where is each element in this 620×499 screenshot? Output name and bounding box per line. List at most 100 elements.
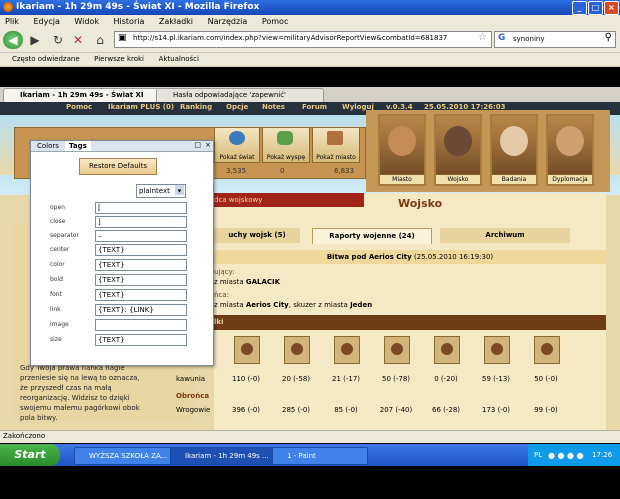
status-text: Zakończono	[3, 432, 46, 440]
star-icon[interactable]: ☆	[478, 32, 487, 43]
menu-help[interactable]: Pomoc	[262, 17, 289, 26]
enemy-unit-count: 66 (-28)	[431, 406, 461, 414]
bookmarks-bar: Często odwiedzane Pierwsze kroki Aktualn…	[0, 53, 620, 67]
search-field[interactable]: G synoniny ⚲	[494, 31, 616, 48]
attacker-from: z miasta	[214, 278, 244, 286]
tab-archive[interactable]: Archiwum	[440, 228, 570, 243]
bookmark-most-visited[interactable]: Często odwiedzane	[12, 55, 80, 63]
advisor-banner: dca wojskowy	[214, 193, 364, 207]
link-input[interactable]: {TEXT}: {LINK}	[95, 304, 187, 316]
dialog-close-icon[interactable]: ×	[205, 141, 211, 149]
restore-defaults-button[interactable]: Restore Defaults	[79, 158, 157, 175]
attacker-label: ujący:	[214, 268, 235, 276]
tray-icons[interactable]: ● ● ● ●	[548, 451, 584, 460]
unit-icon	[534, 336, 560, 364]
open-input[interactable]: [	[95, 202, 187, 214]
menu-bar: Plik Edycja Widok Historia Zakładki Narz…	[0, 15, 620, 28]
advisor-diplomacy[interactable]: Dyplomacja	[546, 114, 594, 186]
advisor-military[interactable]: Wojsko	[434, 114, 482, 186]
address-bar[interactable]: ▣ http://s14.pl.ikariam.com/index.php?vi…	[114, 31, 492, 48]
menu-file[interactable]: Plik	[5, 17, 19, 26]
advisor-diplomacy-portrait	[556, 126, 584, 156]
gnav-notes[interactable]: Notes	[262, 103, 285, 111]
unit-icon	[434, 336, 460, 364]
bookmark-getting-started[interactable]: Pierwsze kroki	[94, 55, 144, 63]
task-paint[interactable]: 1 - Paint	[272, 447, 368, 465]
defender-city[interactable]: Aerios City	[246, 301, 289, 309]
center-input[interactable]: {TEXT}	[95, 244, 187, 256]
dialog-minimize-icon[interactable]: □	[194, 141, 201, 149]
bookmark-news[interactable]: Aktualności	[159, 55, 199, 63]
unit-figure	[241, 343, 253, 355]
unit-icon	[284, 336, 310, 364]
show-world-button[interactable]: Pokaż świat	[214, 127, 260, 163]
tab-strip: Ikariam - 1h 29m 49s - Świat XI Hasła od…	[0, 87, 620, 102]
reload-icon[interactable]: ↻	[50, 31, 66, 49]
tab-war-reports[interactable]: Raporty wojenne (24)	[312, 228, 432, 244]
menu-history[interactable]: Historia	[114, 17, 145, 26]
forward-button[interactable]: ▶	[26, 31, 44, 49]
field-label-close: close	[50, 218, 66, 225]
attacker-unit-count: 21 (-17)	[331, 375, 361, 383]
format-select[interactable]: plaintext ▾	[136, 184, 186, 198]
tab-troop-movements[interactable]: uchy wojsk (5)	[214, 228, 300, 243]
tab-tags[interactable]: Tags	[65, 141, 91, 151]
gnav-forum[interactable]: Forum	[302, 103, 327, 111]
defender-player[interactable]: Jeden	[350, 301, 372, 309]
tab-colors[interactable]: Colors	[33, 141, 63, 151]
tab-ikariam[interactable]: Ikariam - 1h 29m 49s - Świat XI	[3, 88, 171, 102]
defender-mid: , skuzer z miasta	[288, 301, 348, 309]
window-titlebar: Ikariam - 1h 29m 49s - Świat XI - Mozill…	[0, 0, 620, 15]
unit-figure	[441, 343, 453, 355]
gnav-help[interactable]: Pomoc	[66, 103, 92, 111]
wood-count: 3,535	[226, 167, 247, 175]
back-button[interactable]: ◀	[3, 31, 23, 49]
gnav-options[interactable]: Opcje	[226, 103, 248, 111]
font-input[interactable]: {TEXT}	[95, 289, 187, 301]
field-label-font: font	[50, 291, 62, 298]
enemy-unit-count: 173 (-0)	[481, 406, 511, 414]
advisor-city-label: Miasto	[380, 174, 424, 184]
gnav-plus[interactable]: Ikariam PLUS (0)	[108, 103, 174, 111]
start-button[interactable]: Start	[0, 444, 60, 466]
field-label-size: size	[50, 336, 62, 343]
language-indicator[interactable]: PL	[534, 451, 542, 459]
gnav-ranking[interactable]: Ranking	[180, 103, 212, 111]
globe-icon	[229, 131, 245, 145]
magnifier-icon[interactable]: ⚲	[605, 32, 612, 43]
marble-count: 0	[280, 167, 285, 175]
close-input[interactable]: ]	[95, 216, 187, 228]
menu-edit[interactable]: Edycja	[33, 17, 59, 26]
menu-view[interactable]: Widok	[74, 17, 99, 26]
size-input[interactable]: {TEXT}	[95, 334, 187, 346]
task-wyzsza[interactable]: WYŻSZA SZKOŁA ZA...	[74, 447, 174, 465]
color-input[interactable]: {TEXT}	[95, 259, 187, 271]
island-icon	[277, 131, 293, 145]
show-city-button[interactable]: Pokaż miasto	[312, 127, 360, 163]
tab-hasla[interactable]: Hasła odpowiadające 'zapewnić'	[156, 88, 324, 102]
field-label-link: link	[50, 306, 61, 313]
maximize-button[interactable]: □	[588, 1, 603, 15]
show-island-button[interactable]: Pokaż wyspę	[262, 127, 310, 163]
enemy-unit-count: 99 (-0)	[534, 406, 558, 414]
stop-icon[interactable]: ✕	[70, 31, 86, 49]
bold-input[interactable]: {TEXT}	[95, 274, 187, 286]
advisor-research[interactable]: Badania	[490, 114, 538, 186]
unit-icon	[484, 336, 510, 364]
close-button[interactable]: ×	[604, 1, 619, 15]
unit-figure	[291, 343, 303, 355]
enemy-unit-count: 85 (-0)	[334, 406, 358, 414]
menu-bookmarks[interactable]: Zakładki	[159, 17, 193, 26]
defender-line: z miasta Aerios City, skuzer z miasta Je…	[214, 301, 372, 309]
home-icon[interactable]: ⌂	[92, 31, 108, 49]
task-ikariam[interactable]: Ikariam - 1h 29m 49s ...	[170, 447, 282, 465]
separator-input[interactable]: –	[95, 230, 187, 242]
unit-icon	[384, 336, 410, 364]
menu-tools[interactable]: Narzędzia	[208, 17, 248, 26]
advisor-city[interactable]: Miasto	[378, 114, 426, 186]
enemy-unit-count: 207 (-40)	[379, 406, 413, 414]
image-input[interactable]	[95, 319, 187, 331]
battle-title-text: Bitwa pod Aerios City	[326, 253, 412, 261]
attacker-city[interactable]: GALACIK	[246, 278, 280, 286]
minimize-button[interactable]: _	[572, 1, 587, 15]
